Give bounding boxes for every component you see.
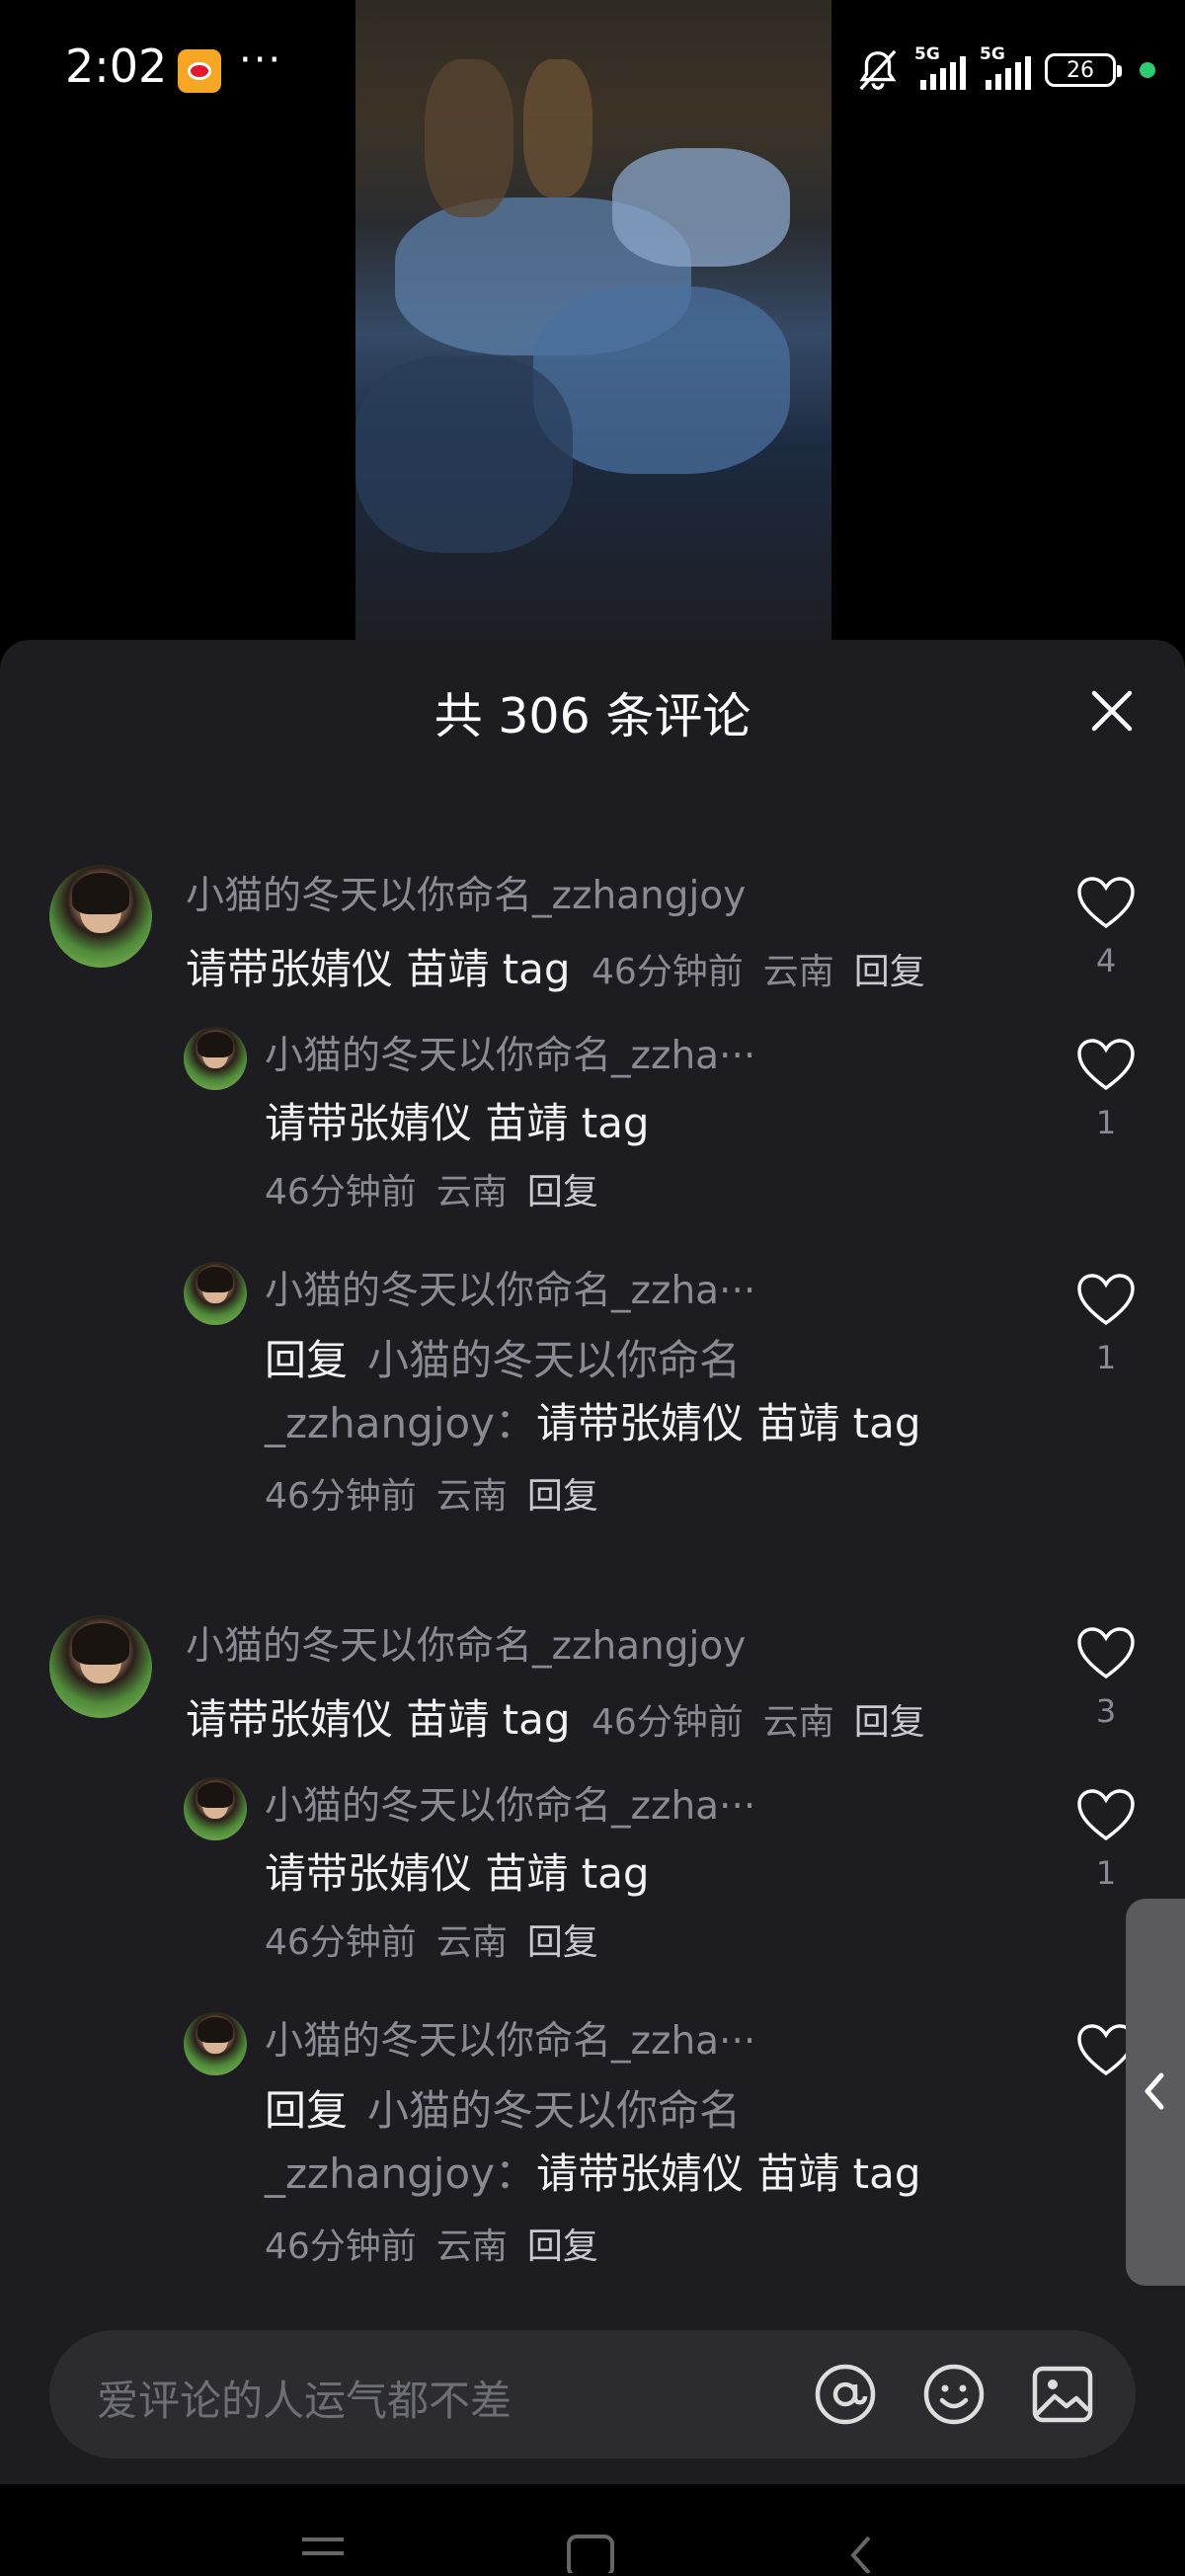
- comment-input-placeholder: 爱评论的人运气都不差: [97, 2377, 513, 2425]
- status-time: 2:02: [65, 39, 168, 93]
- heart-icon: [1077, 877, 1135, 929]
- like-button[interactable]: 3: [1076, 1627, 1136, 1730]
- image-icon[interactable]: [1029, 2361, 1096, 2428]
- reply-to-user[interactable]: 小猫的冬天以你命名: [367, 2086, 741, 2135]
- reply-button[interactable]: 回复: [527, 1476, 598, 1517]
- avatar[interactable]: [184, 1262, 247, 1325]
- comment-location: 云南: [762, 952, 834, 992]
- reply-button[interactable]: 回复: [527, 1172, 598, 1212]
- reply-username[interactable]: 小猫的冬天以你命名_zzha···: [265, 2010, 755, 2066]
- like-count: 1: [1095, 1104, 1117, 1141]
- like-button[interactable]: 1: [1076, 1274, 1136, 1376]
- like-button[interactable]: 1: [1076, 1789, 1136, 1892]
- avatar[interactable]: [49, 865, 152, 968]
- like-count: 4: [1095, 942, 1117, 979]
- reply-text-line2: _zzhangjoy：请带张婧仪 苗靖 tag: [265, 2149, 921, 2198]
- like-button[interactable]: 1: [1076, 1039, 1136, 1141]
- reply-button[interactable]: 回复: [854, 1702, 925, 1743]
- comment-sheet: 共 306 条评论 小猫的冬天以你命名_zzhangjoy 请带张婧仪 苗靖 t…: [0, 640, 1185, 2484]
- comment-count-title: 共 306 条评论: [434, 688, 751, 744]
- avatar[interactable]: [184, 2012, 247, 2075]
- home-icon[interactable]: [566, 2534, 615, 2573]
- reply-text-line2: _zzhangjoy：请带张婧仪 苗靖 tag: [265, 1399, 921, 1447]
- bell-muted-icon: [859, 49, 897, 91]
- signal-icon: 5G: [914, 44, 966, 90]
- like-button[interactable]: 4: [1076, 877, 1136, 979]
- system-nav-bar: [0, 2484, 1185, 2576]
- like-count: 1: [1095, 1854, 1117, 1892]
- reply-meta: 46分钟前 云南 回复: [265, 1922, 598, 1963]
- avatar[interactable]: [49, 1615, 152, 1718]
- signal-icon-2: 5G: [980, 44, 1031, 90]
- like-count: 3: [1095, 1692, 1117, 1730]
- heart-icon: [1077, 1789, 1135, 1841]
- status-bar: 2:02 ··· 5G 5G 26: [0, 0, 1185, 143]
- comment-input[interactable]: 爱评论的人运气都不差: [49, 2330, 1136, 2459]
- avatar[interactable]: [184, 1027, 247, 1090]
- back-icon[interactable]: [845, 2534, 875, 2573]
- reply-username[interactable]: 小猫的冬天以你命名_zzha···: [265, 1025, 755, 1080]
- reply-username[interactable]: 小猫的冬天以你命名_zzha···: [265, 1775, 755, 1831]
- menu-icon[interactable]: [298, 2534, 348, 2573]
- close-icon[interactable]: [1088, 687, 1136, 735]
- comment-location: 云南: [762, 1702, 834, 1743]
- weibo-notification-icon: [178, 49, 221, 93]
- reply-meta: 46分钟前 云南 回复: [265, 2226, 598, 2267]
- chevron-left-icon: [1145, 2072, 1164, 2110]
- reply-text: 回复 小猫的冬天以你命名: [265, 1336, 742, 1384]
- reply-text: 请带张婧仪 苗靖 tag: [265, 1099, 650, 1147]
- side-collapse-tab[interactable]: [1126, 1899, 1185, 2286]
- reply-button[interactable]: 回复: [854, 952, 925, 992]
- avatar[interactable]: [184, 1777, 247, 1840]
- comment-time: 46分钟前: [591, 952, 744, 992]
- heart-icon: [1077, 1627, 1135, 1679]
- reply-text: 请带张婧仪 苗靖 tag: [265, 1849, 650, 1898]
- heart-icon: [1077, 1039, 1135, 1091]
- comment-time: 46分钟前: [591, 1702, 744, 1743]
- heart-icon: [1077, 1274, 1135, 1326]
- reply-username[interactable]: 小猫的冬天以你命名_zzha···: [265, 1260, 755, 1315]
- comment-text: 请带张婧仪 苗靖 tag 46分钟前 云南 回复: [186, 1695, 925, 1744]
- like-count: 1: [1095, 1339, 1117, 1376]
- more-notifications-icon: ···: [239, 38, 283, 83]
- reply-meta: 46分钟前 云南 回复: [265, 1172, 598, 1212]
- reply-button[interactable]: 回复: [527, 2226, 598, 2267]
- comment-username[interactable]: 小猫的冬天以你命名_zzhangjoy: [186, 1615, 746, 1671]
- battery-icon: 26: [1045, 53, 1122, 87]
- mention-icon[interactable]: [812, 2361, 879, 2428]
- privacy-indicator-dot: [1140, 62, 1155, 78]
- reply-text: 回复 小猫的冬天以你命名: [265, 2086, 742, 2135]
- reply-meta: 46分钟前 云南 回复: [265, 1476, 598, 1517]
- comment-username[interactable]: 小猫的冬天以你命名_zzhangjoy: [186, 865, 746, 920]
- emoji-icon[interactable]: [920, 2361, 988, 2428]
- comment-text: 请带张婧仪 苗靖 tag 46分钟前 云南 回复: [186, 945, 925, 993]
- reply-button[interactable]: 回复: [527, 1922, 598, 1963]
- reply-to-user[interactable]: 小猫的冬天以你命名: [367, 1336, 741, 1384]
